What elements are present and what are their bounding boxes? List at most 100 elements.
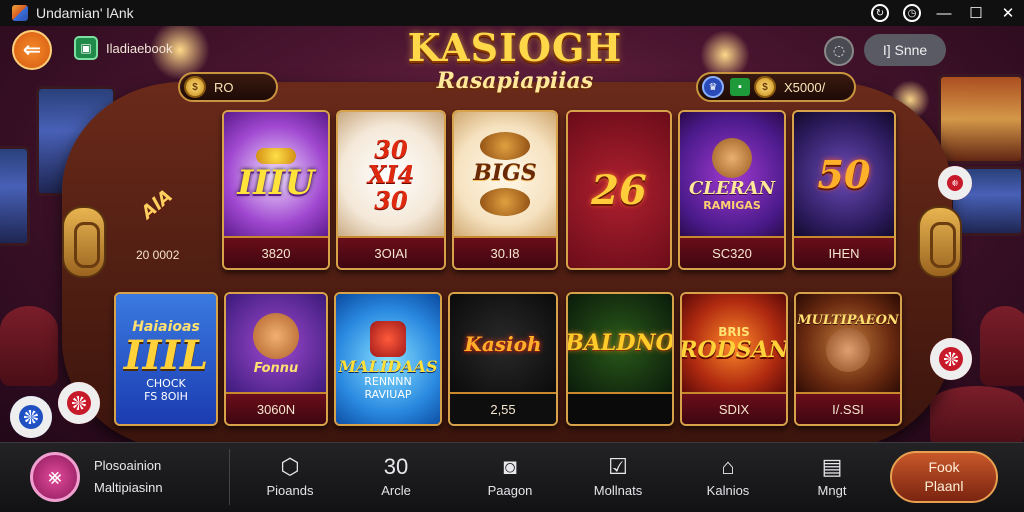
slot-machine-background (938, 74, 1024, 164)
game-card[interactable]: MALIDAAS RENNNN RAVIUAP (334, 292, 442, 426)
poker-chip (938, 166, 972, 200)
sign-in-button[interactable]: I] Snne (864, 34, 946, 66)
shield-emblem-icon (370, 320, 406, 357)
book-link[interactable]: ▣ Iladiaebook (74, 34, 173, 62)
game-card[interactable]: MULTIPAEON I/.SSI (794, 292, 902, 426)
settings-button[interactable]: ◌ (824, 36, 854, 66)
game-art-title: BIGS (473, 160, 537, 187)
game-card-caption: I/.SSI (796, 392, 900, 424)
thirty-icon: 30 (383, 454, 409, 479)
minimize-button[interactable]: — (928, 0, 960, 26)
game-card-caption: SDIX (682, 392, 786, 424)
close-button[interactable]: ✕ (992, 0, 1024, 26)
game-card[interactable]: IIIU 3820 (222, 110, 330, 270)
game-card[interactable]: BIGS 30.I8 (452, 110, 558, 270)
game-emblem-icon (256, 148, 296, 165)
game-card-caption: 3060N (226, 392, 326, 424)
game-art-caption: CHOCK FS 8OIH (144, 377, 188, 403)
game-card-caption: 3820 (224, 236, 328, 268)
game-card[interactable]: CLERAN RAMIGAS SC320 (678, 110, 786, 270)
shop-icon: ▤ (821, 454, 843, 479)
nav-item-arcle[interactable]: 30 Arcle (360, 451, 432, 507)
book-plan-button[interactable]: Fook Plaanl (890, 451, 998, 503)
dog-mascot-icon (480, 132, 530, 161)
cta-line-1: Fook (928, 459, 960, 475)
game-card-caption: IHEN (794, 236, 894, 268)
promotion-icon: ⨳ (30, 452, 80, 502)
slot-machine-background (0, 146, 30, 246)
table-handle-left (62, 206, 106, 278)
bar-stool (980, 306, 1024, 386)
nav-item-pioands[interactable]: ⬡ Pioands (254, 451, 326, 507)
game-card[interactable]: BRIS RODSAN SDIX (680, 292, 788, 426)
game-art-title: MALIDAAS (338, 356, 438, 376)
logo-title: KASIOGH (407, 25, 623, 70)
game-card[interactable]: 26 (566, 110, 672, 270)
game-art-title: 26 (591, 167, 647, 214)
game-art-title: MULTIPAEON (797, 313, 899, 329)
balance-pill-right[interactable]: ♛ ▪ $ X5000/ (696, 72, 856, 102)
back-button[interactable]: ⇐ (12, 30, 52, 70)
game-art-title: IIIL (123, 332, 209, 379)
house-icon: ⌂ (721, 454, 735, 479)
nav-label: Pioands (266, 483, 314, 498)
refresh-icon[interactable]: ↻ (871, 4, 889, 22)
game-art-subtitle: RENNNN RAVIUAP (364, 375, 412, 402)
game-card[interactable]: Kasioh 2,55 (448, 292, 558, 426)
game-card[interactable]: Haiaioas IIIL CHOCK FS 8OIH (114, 292, 218, 426)
check-badge-icon: ☑ (608, 454, 628, 479)
game-card[interactable]: 30 XI4 30 3OIAI (336, 110, 446, 270)
game-card-caption: 3OIAI (338, 236, 444, 268)
green-badge-icon: ▪ (730, 78, 750, 96)
balance-right-value: X5000/ (784, 79, 826, 95)
chip-icon: ⬡ (280, 454, 300, 479)
book-label: Iladiaebook (106, 40, 173, 56)
table-count-label: 20 0002 (136, 248, 180, 262)
table-handle-right (918, 206, 962, 278)
crown-badge-icon: ♛ (702, 76, 724, 98)
dog-mascot-icon (480, 187, 530, 216)
balance-pill-left[interactable]: $ RO (178, 72, 278, 102)
game-art-subtitle: RAMIGAS (703, 198, 761, 212)
nav-item-paagon[interactable]: ◙ Paagon (474, 451, 546, 507)
balance-left-value: RO (214, 79, 234, 95)
character-face-icon (826, 327, 870, 372)
nav-item-kalnios[interactable]: ⌂ Kalnios (692, 451, 764, 507)
game-card-caption: 2,55 (450, 392, 556, 424)
bar-stool (930, 386, 1024, 442)
game-art-title: 50 (817, 152, 871, 198)
game-card-caption: 30.I8 (454, 236, 556, 268)
nav-label: Arcle (381, 483, 411, 498)
poker-chip (10, 396, 52, 438)
character-face-icon (712, 138, 752, 179)
promotion-label: Plosoainion (94, 458, 162, 473)
game-card[interactable]: Fonnu 3060N (224, 292, 328, 426)
poker-chip (930, 338, 972, 380)
cta-line-2: Plaanl (924, 478, 964, 494)
poker-chip (58, 382, 100, 424)
nav-label: Paagon (487, 483, 533, 498)
game-art-title: Kasioh (464, 331, 542, 356)
book-icon: ▣ (74, 36, 98, 60)
nav-item-mollnats[interactable]: ☑ Mollnats (582, 451, 654, 507)
game-card[interactable]: BALDNO (566, 292, 674, 426)
logo-subtitle: Rasapiapiias (436, 68, 594, 94)
window-titlebar: Undamian' lAnk ↻ ◷ — ☐ ✕ (0, 0, 1024, 26)
nav-label: Mollnats (593, 483, 643, 498)
casino-logo: KASIOGH Rasapiapiias (370, 28, 660, 100)
game-art-title: 30 XI4 30 (367, 135, 415, 215)
promotion-sublabel: Maltipiasinn (94, 480, 163, 495)
nav-label: Mngt (817, 483, 847, 498)
promotion-button[interactable]: ⨳ Plosoainion Maltipiasinn (30, 449, 230, 505)
history-icon[interactable]: ◷ (903, 4, 921, 22)
app-logo-icon (12, 5, 28, 21)
game-card-caption: SC320 (680, 236, 784, 268)
worker-character-icon (253, 312, 299, 359)
nav-item-mngt[interactable]: ▤ Mngt (796, 451, 868, 507)
game-art-title: CLERAN (688, 178, 776, 200)
coin-icon: $ (184, 76, 206, 98)
game-card[interactable]: 50 IHEN (792, 110, 896, 270)
camera-icon: ◙ (503, 454, 517, 479)
coin-icon: $ (754, 76, 776, 98)
maximize-button[interactable]: ☐ (960, 0, 992, 26)
